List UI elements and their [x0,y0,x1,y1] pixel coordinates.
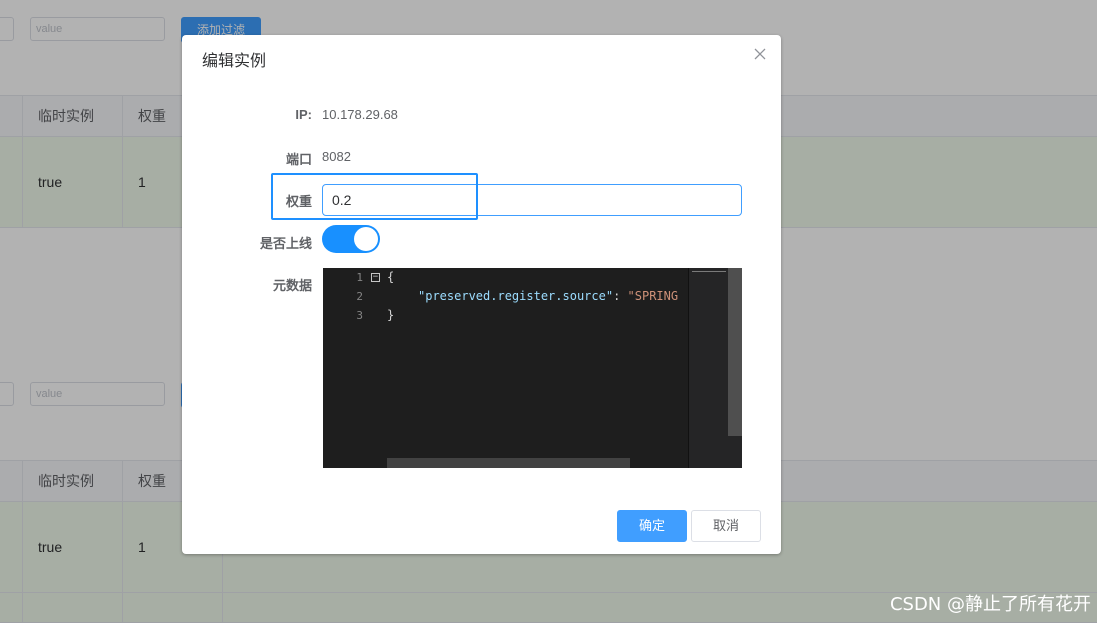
code-line: } [387,308,395,322]
line-number: 3 [356,309,363,322]
port-value: 8082 [322,149,351,164]
close-icon[interactable] [753,47,767,61]
code-line: "preserved.register.source": "SPRING [418,289,678,303]
confirm-button[interactable]: 确定 [617,510,687,542]
json-key: "preserved.register.source" [418,289,614,303]
fold-icon[interactable]: − [371,273,380,282]
metadata-label: 元数据 [272,278,312,293]
code-line: { [387,270,395,284]
watermark: CSDN @静止了所有花开 [889,594,1091,615]
port-label: 端口 [285,152,312,167]
cancel-button[interactable]: 取消 [691,510,761,542]
annotation-highlight [271,173,478,220]
metadata-editor[interactable]: 1 2 3 − { "preserved.register.source": "… [323,268,742,468]
json-separator: : [613,289,628,303]
ip-label: IP: [295,107,312,122]
line-number: 2 [356,290,363,303]
horizontal-scrollbar[interactable] [387,458,630,468]
toggle-knob [354,227,378,251]
vertical-scrollbar[interactable] [728,268,742,436]
online-label: 是否上线 [259,236,312,251]
json-value: "SPRING [627,289,679,303]
edit-instance-dialog: 编辑实例 IP: 10.178.29.68 端口 8082 权重 0.2 是否上… [182,35,781,554]
online-toggle[interactable] [322,225,380,253]
ip-value: 10.178.29.68 [322,107,398,122]
dialog-title: 编辑实例 [202,53,267,70]
line-number: 1 [356,271,363,284]
